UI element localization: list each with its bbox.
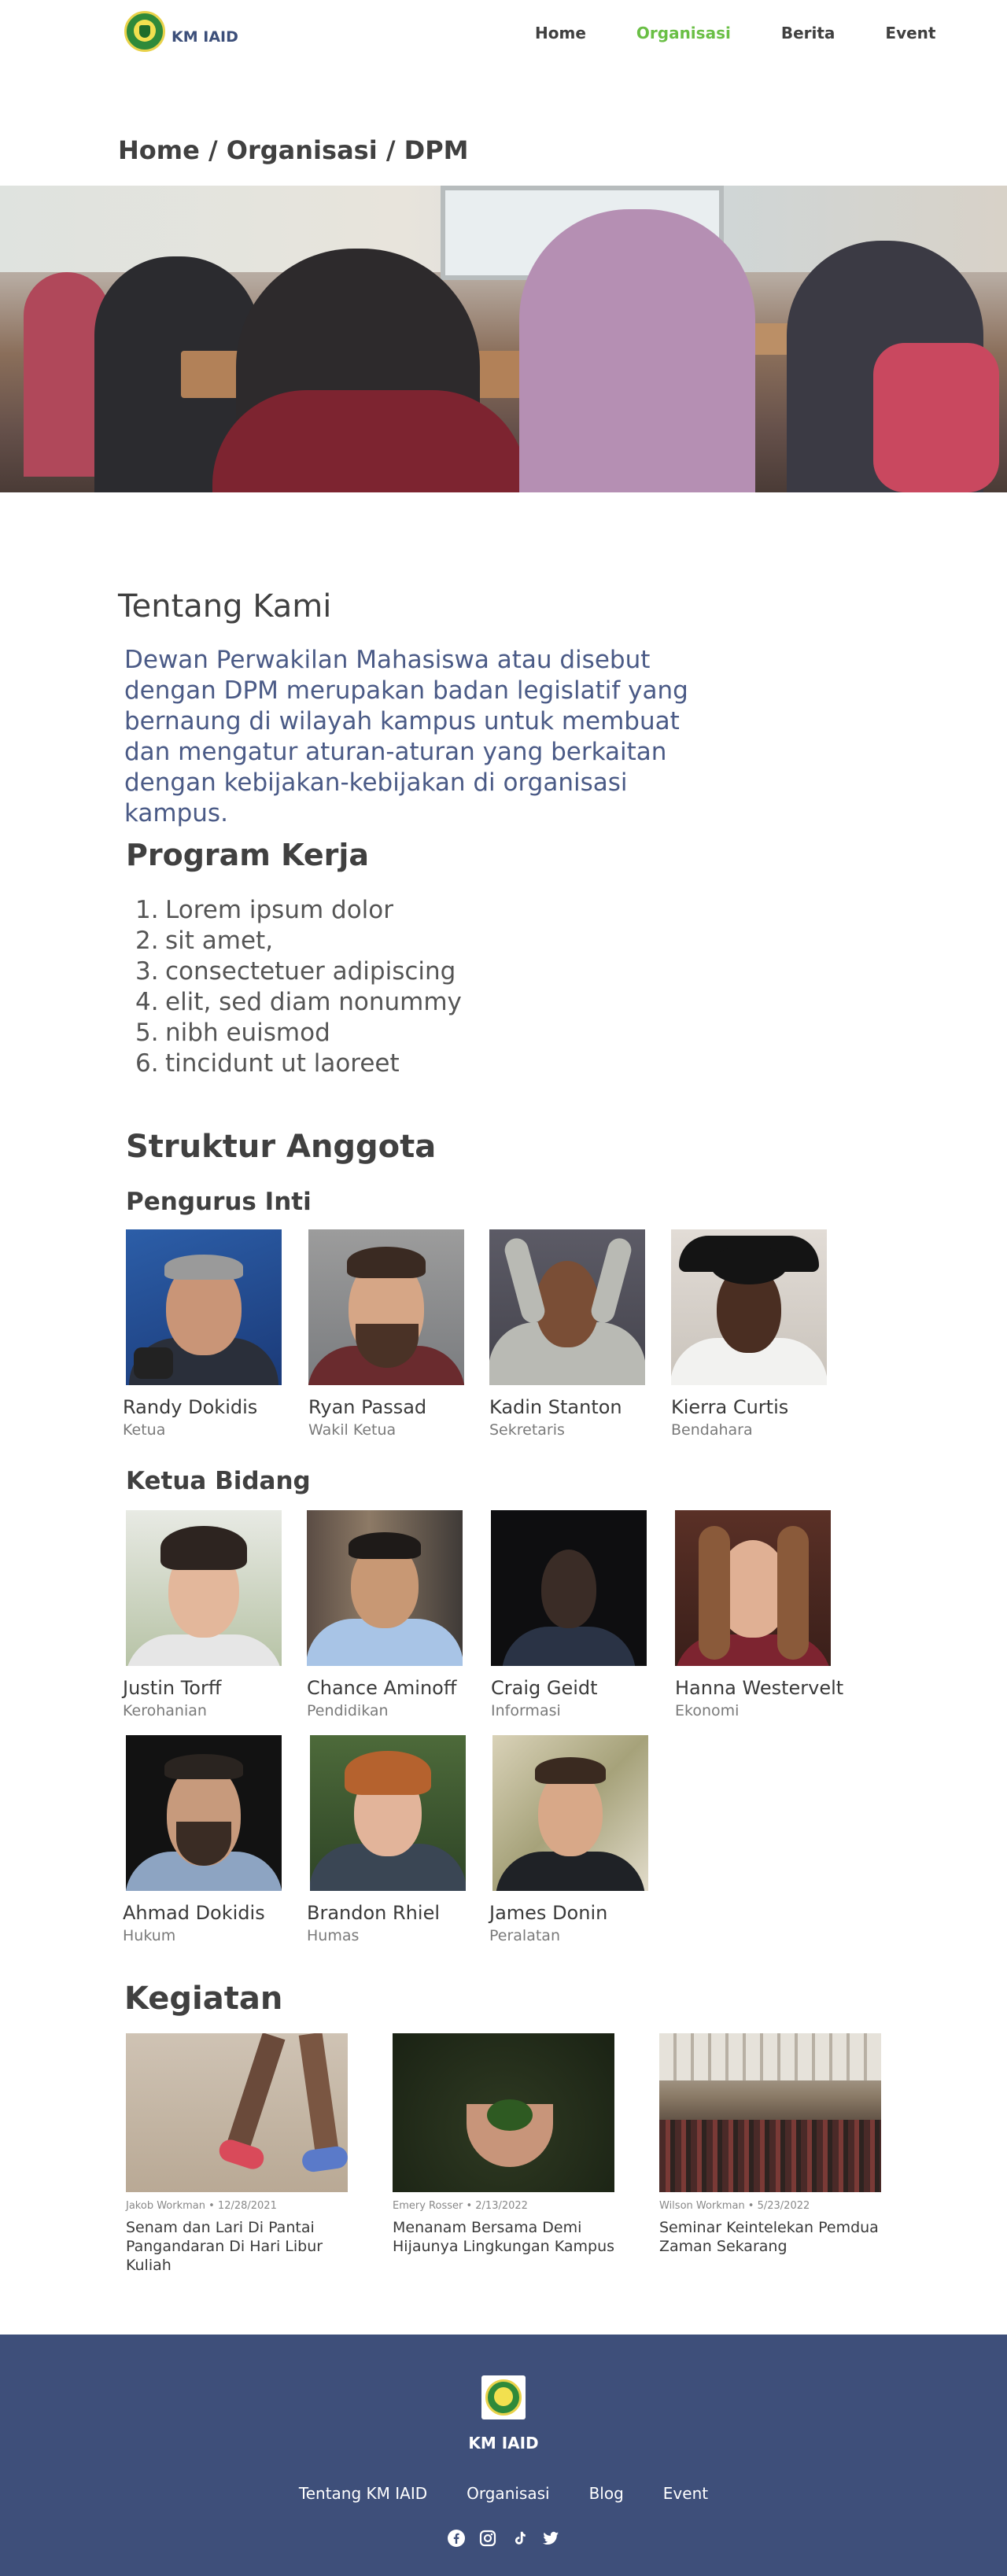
- member-card[interactable]: Kierra Curtis Bendahara: [671, 1229, 844, 1439]
- member-name: Ryan Passad: [308, 1396, 427, 1418]
- event-card[interactable]: Jakob Workman • 12/28/2021 Senam dan Lar…: [126, 2033, 349, 2275]
- member-photo: [489, 1229, 645, 1385]
- footer-logo-icon: [485, 2379, 522, 2416]
- footer-link-blog[interactable]: Blog: [589, 2484, 624, 2503]
- brand-name: KM IAID: [172, 28, 238, 46]
- list-item: 3. consectetuer adipiscing: [135, 957, 456, 986]
- member-role: Humas: [307, 1927, 360, 1944]
- member-name: Hanna Westervelt: [675, 1677, 844, 1699]
- member-card[interactable]: Brandon Rhiel Humas: [307, 1735, 483, 1944]
- member-photo: [126, 1510, 282, 1666]
- member-role: Wakil Ketua: [308, 1421, 397, 1439]
- footer-link-event[interactable]: Event: [663, 2484, 708, 2503]
- footer-brand-name: KM IAID: [468, 2434, 539, 2453]
- member-card[interactable]: Ryan Passad Wakil Ketua: [308, 1229, 481, 1439]
- member-name: Brandon Rhiel: [307, 1902, 440, 1924]
- twitter-icon[interactable]: [540, 2528, 561, 2548]
- member-role: Peralatan: [489, 1927, 560, 1944]
- member-card[interactable]: Chance Aminoff Pendidikan: [307, 1510, 480, 1719]
- member-card[interactable]: Hanna Westervelt Ekonomi: [675, 1510, 848, 1719]
- event-title[interactable]: Seminar Keintelekan Pemdua Zaman Sekaran…: [659, 2218, 883, 2256]
- member-name: Craig Geidt: [491, 1677, 598, 1699]
- list-item: 6. tincidunt ut laoreet: [135, 1049, 400, 1078]
- member-photo: [675, 1510, 831, 1666]
- member-name: Ahmad Dokidis: [123, 1902, 265, 1924]
- event-image: [393, 2033, 614, 2192]
- nav-item-event[interactable]: Event: [885, 24, 935, 42]
- member-role: Informasi: [491, 1702, 561, 1719]
- event-meta: Jakob Workman • 12/28/2021: [126, 2200, 277, 2212]
- event-card[interactable]: Emery Rosser • 2/13/2022 Menanam Bersama…: [393, 2033, 616, 2256]
- member-photo: [126, 1229, 282, 1385]
- event-title[interactable]: Menanam Bersama Demi Hijaunya Lingkungan…: [393, 2218, 616, 2256]
- about-heading: Tentang Kami: [118, 588, 332, 625]
- footer-links: Tentang KM IAID Organisasi Blog Event: [0, 2484, 1007, 2503]
- top-navbar: KM IAID Home Organisasi Berita Event: [0, 0, 1007, 66]
- footer-logo[interactable]: [481, 2375, 526, 2419]
- about-text: Dewan Perwakilan Mahasiswa atau disebut …: [124, 646, 688, 827]
- program-list: 1. Lorem ipsum dolor 2. sit amet, 3. consec…: [135, 895, 462, 1079]
- social-links: [0, 2528, 1007, 2548]
- facebook-icon[interactable]: [446, 2528, 467, 2548]
- nav-menu: Home Organisasi Berita Event: [535, 24, 986, 42]
- instagram-icon[interactable]: [478, 2528, 498, 2548]
- tiktok-icon[interactable]: [509, 2528, 529, 2548]
- nav-item-berita[interactable]: Berita: [781, 24, 835, 42]
- footer-link-organisasi[interactable]: Organisasi: [467, 2484, 549, 2503]
- member-photo: [310, 1735, 466, 1891]
- member-card[interactable]: Craig Geidt Informasi: [491, 1510, 664, 1719]
- member-photo: [492, 1735, 648, 1891]
- breadcrumb: Home / Organisasi / DPM: [118, 135, 469, 165]
- footer: KM IAID Tentang KM IAID Organisasi Blog …: [0, 2335, 1007, 2576]
- member-role: Kerohanian: [123, 1702, 207, 1719]
- member-photo: [671, 1229, 827, 1385]
- event-meta: Wilson Workman • 5/23/2022: [659, 2200, 810, 2212]
- member-name: Kierra Curtis: [671, 1396, 789, 1418]
- member-card[interactable]: Ahmad Dokidis Hukum: [123, 1735, 299, 1944]
- member-card[interactable]: Kadin Stanton Sekretaris: [489, 1229, 662, 1439]
- event-image: [126, 2033, 348, 2192]
- list-item: 2. sit amet,: [135, 927, 274, 955]
- member-card[interactable]: James Donin Peralatan: [489, 1735, 666, 1944]
- member-name: Chance Aminoff: [307, 1677, 457, 1699]
- struktur-heading: Struktur Anggota: [126, 1129, 437, 1165]
- member-photo: [491, 1510, 647, 1666]
- member-card[interactable]: Justin Torff Kerohanian: [123, 1510, 299, 1719]
- member-photo: [308, 1229, 464, 1385]
- nav-item-organisasi[interactable]: Organisasi: [636, 24, 731, 42]
- event-meta: Emery Rosser • 2/13/2022: [393, 2200, 528, 2212]
- kegiatan-heading: Kegiatan: [124, 1981, 283, 2017]
- hero-image: [0, 186, 1007, 492]
- brand-logo-link[interactable]: KM IAID: [124, 11, 238, 52]
- member-name: Kadin Stanton: [489, 1396, 622, 1418]
- event-card[interactable]: Wilson Workman • 5/23/2022 Seminar Keint…: [659, 2033, 883, 2256]
- pengurus-inti-heading: Pengurus Inti: [126, 1188, 312, 1216]
- member-photo: [307, 1510, 463, 1666]
- member-role: Ketua: [123, 1421, 166, 1439]
- event-title[interactable]: Senam dan Lari Di Pantai Pangandaran Di …: [126, 2218, 349, 2275]
- event-image: [659, 2033, 881, 2192]
- member-role: Bendahara: [671, 1421, 753, 1439]
- list-item: 5. nibh euismod: [135, 1019, 330, 1047]
- footer-link-tentang[interactable]: Tentang KM IAID: [299, 2484, 427, 2503]
- member-card[interactable]: Randy Dokidis Ketua: [123, 1229, 299, 1439]
- member-name: James Donin: [489, 1902, 608, 1924]
- member-role: Pendidikan: [307, 1702, 389, 1719]
- list-item: 4. elit, sed diam nonummy: [135, 988, 462, 1016]
- program-heading: Program Kerja: [126, 838, 370, 872]
- brand-logo-icon: [124, 11, 165, 52]
- member-role: Ekonomi: [675, 1702, 740, 1719]
- member-role: Sekretaris: [489, 1421, 565, 1439]
- member-name: Randy Dokidis: [123, 1396, 258, 1418]
- list-item: 1. Lorem ipsum dolor: [135, 896, 393, 924]
- member-photo: [126, 1735, 282, 1891]
- member-name: Justin Torff: [123, 1677, 222, 1699]
- ketua-bidang-heading: Ketua Bidang: [126, 1467, 311, 1495]
- member-role: Hukum: [123, 1927, 176, 1944]
- nav-item-home[interactable]: Home: [535, 24, 586, 42]
